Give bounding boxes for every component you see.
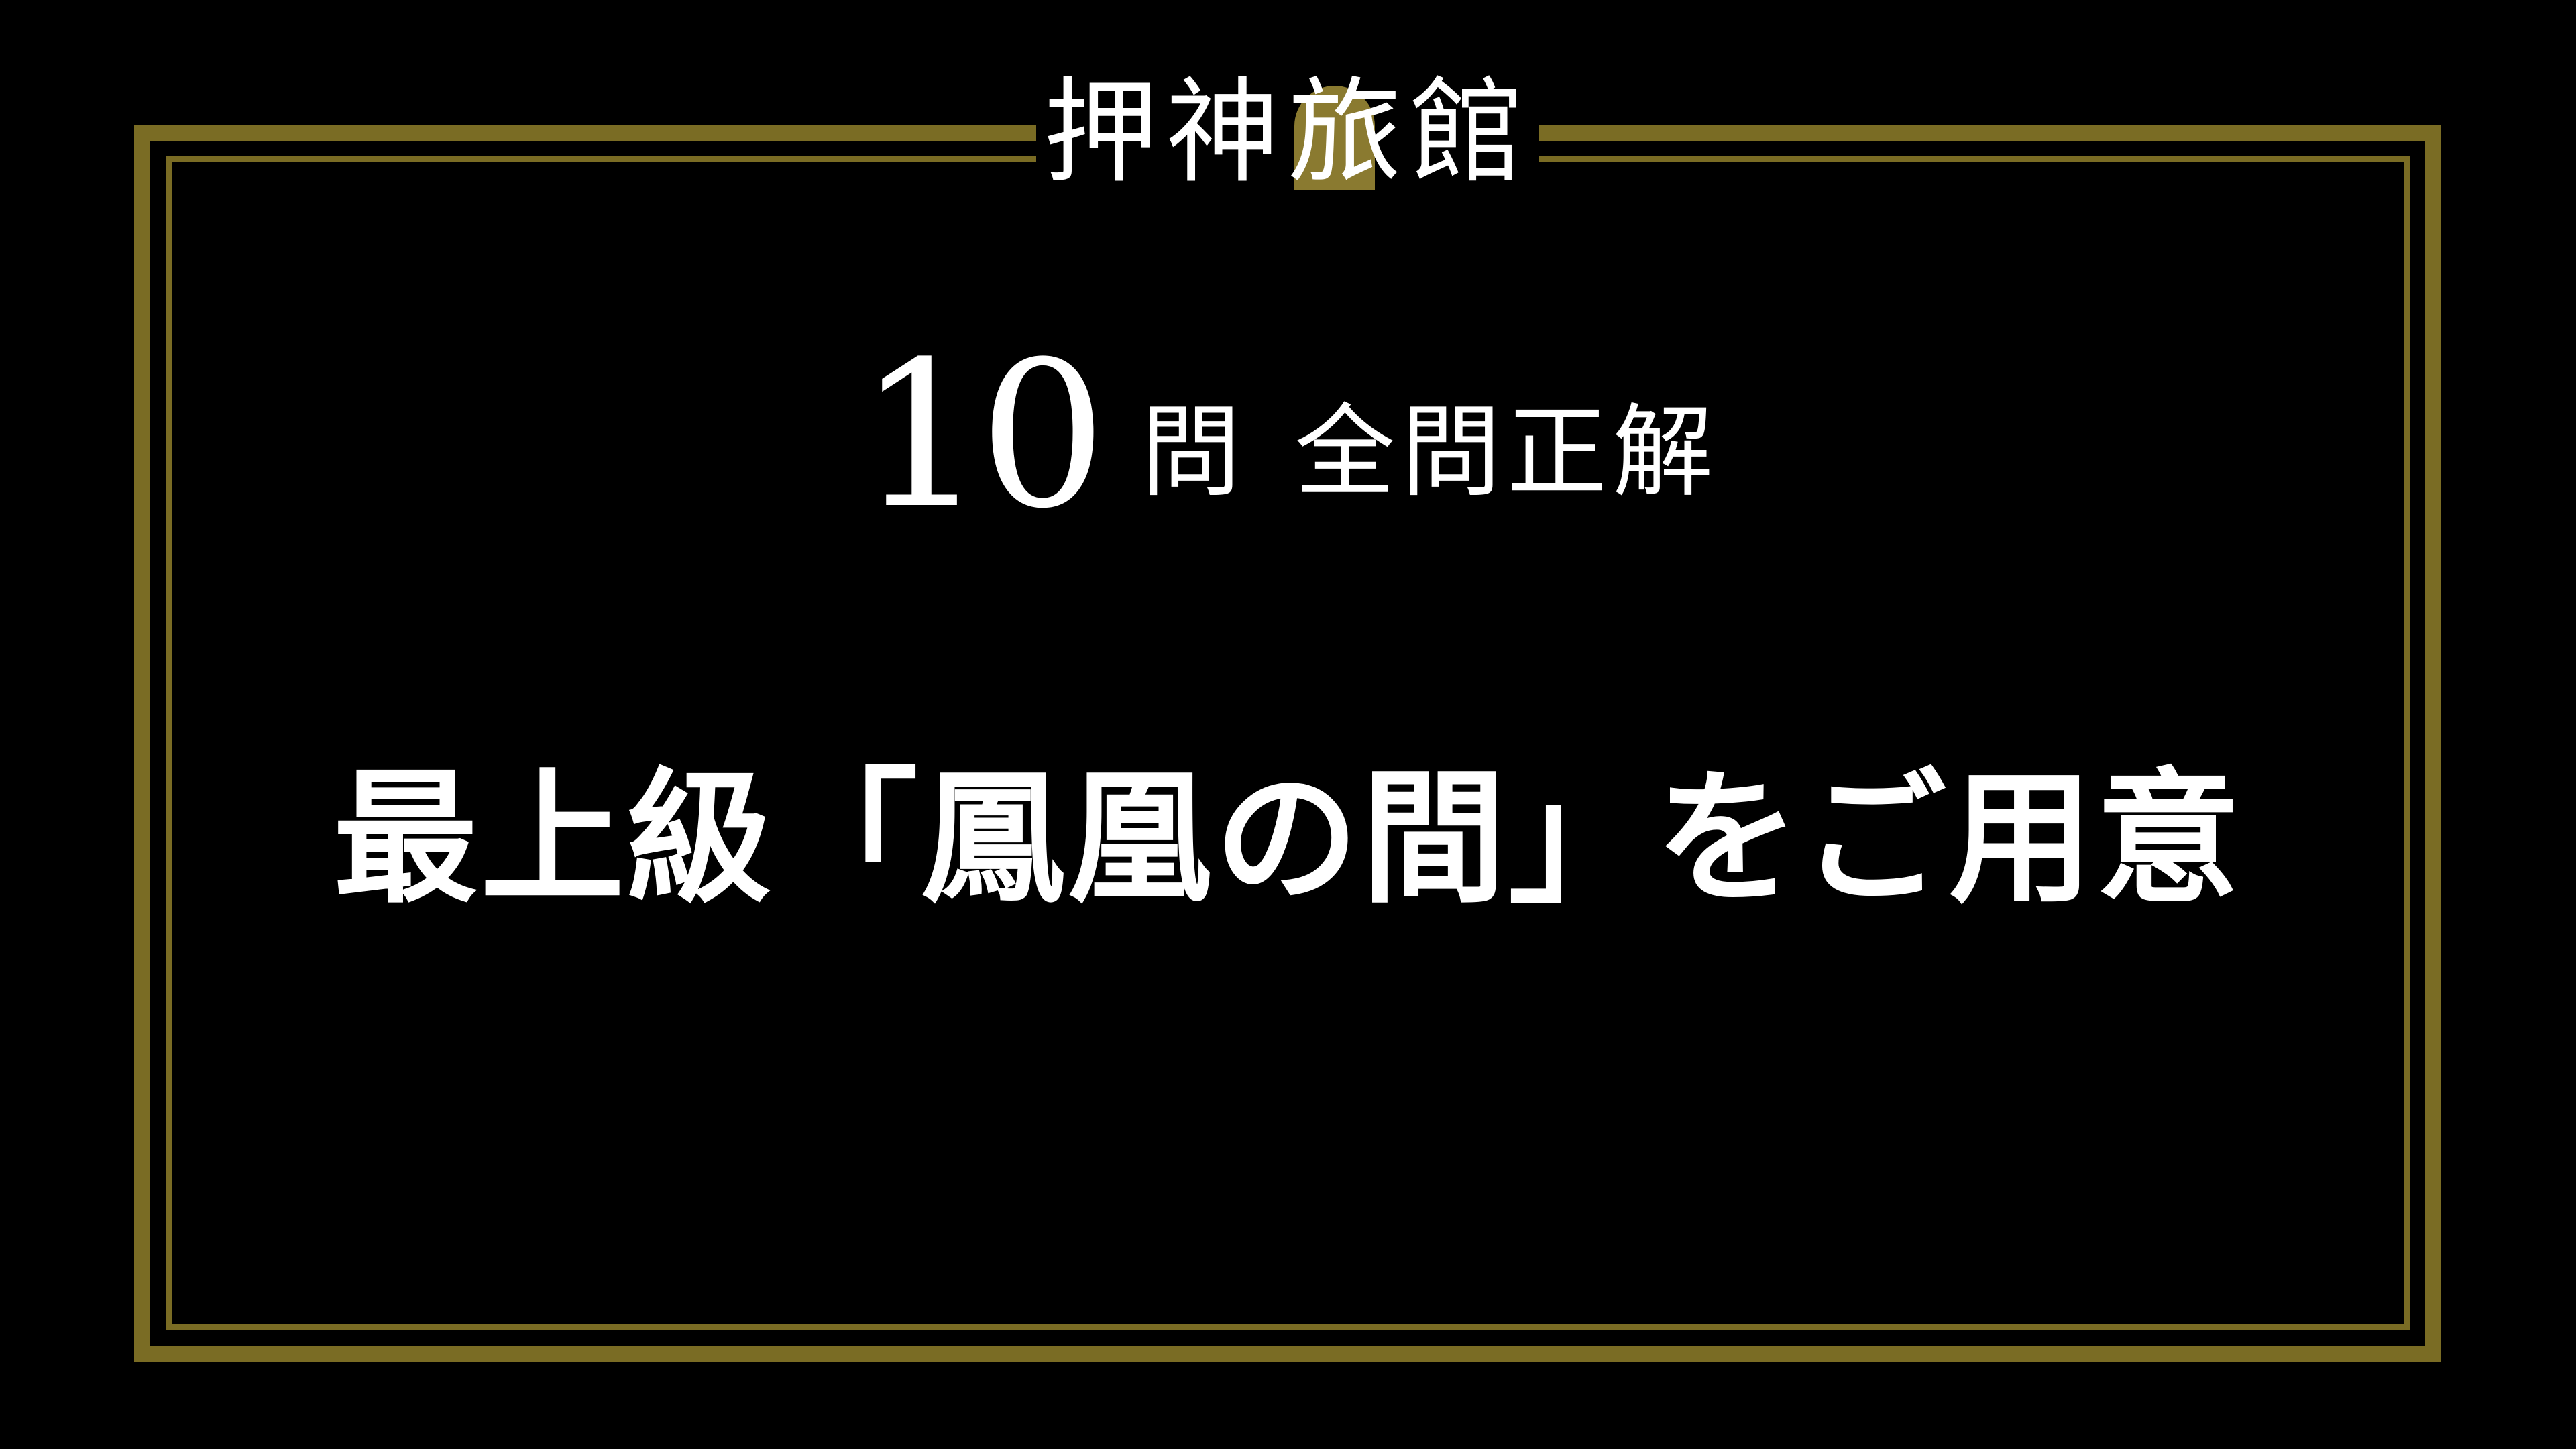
headline: 最上級「鳳凰の間」をご用意 bbox=[333, 753, 2243, 923]
logo: 押神旅館 bbox=[1043, 66, 1532, 199]
score-number: 10 bbox=[857, 318, 1107, 553]
score-line: 10 問全問正解 bbox=[0, 329, 2576, 543]
score-unit: 問 bbox=[1140, 394, 1241, 511]
score-label: 全問正解 bbox=[1294, 394, 1719, 511]
